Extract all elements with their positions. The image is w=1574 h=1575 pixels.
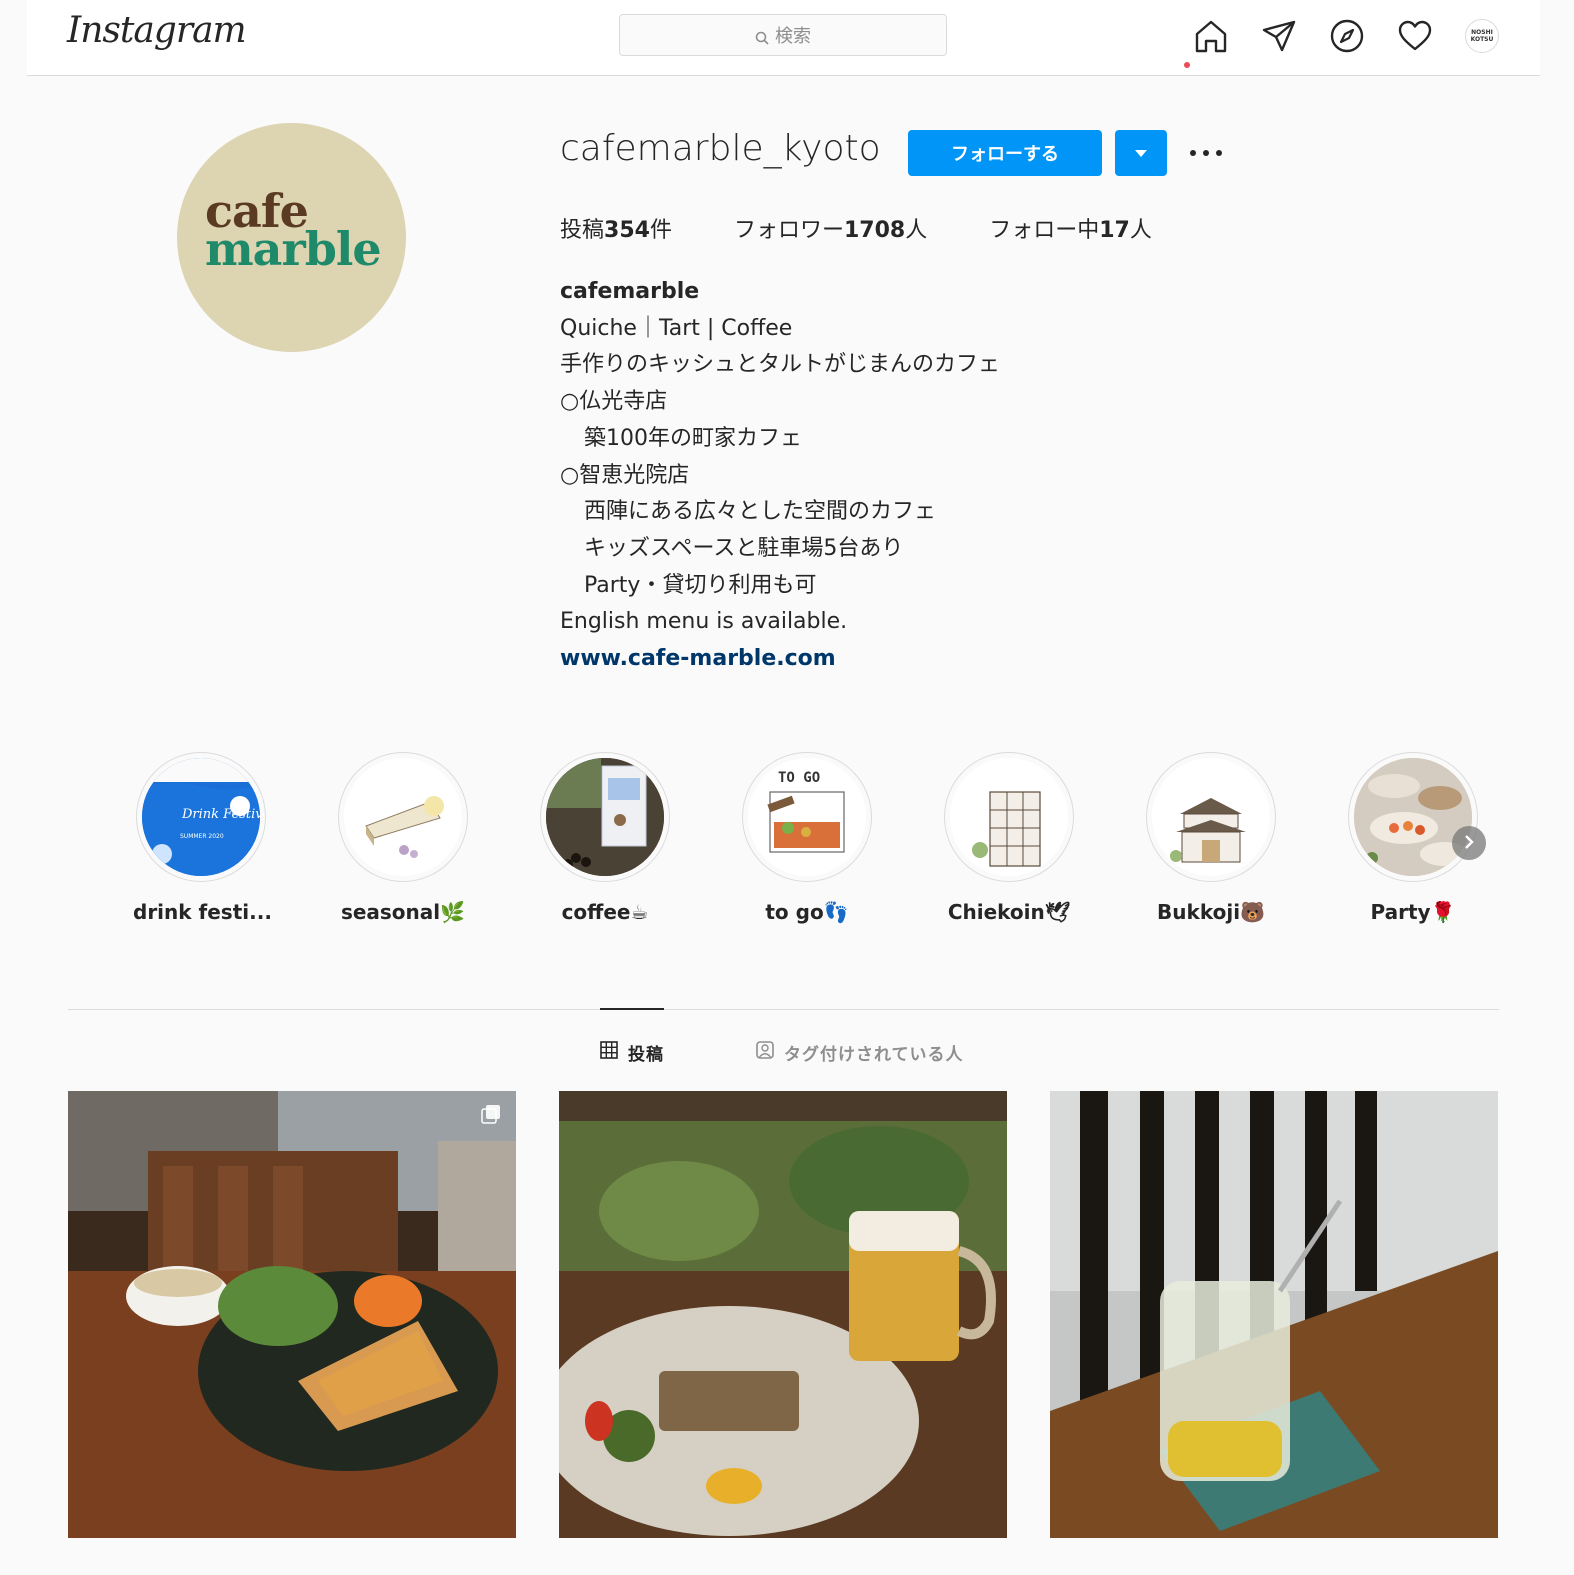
chevron-right-icon: [1463, 834, 1475, 853]
multi-image-icon: [480, 1103, 502, 1125]
more-options-icon[interactable]: [1186, 140, 1226, 166]
tab-posts[interactable]: 投稿: [600, 1040, 664, 1065]
activity-heart-icon[interactable]: [1397, 18, 1433, 54]
posts-count: 投稿354件: [560, 218, 672, 243]
highlight-label: Bukkoji🐻: [1157, 900, 1265, 924]
post-image-quiche: [68, 1091, 516, 1538]
highlight-label: Chiekoin🕊: [947, 900, 1071, 924]
followers-count[interactable]: フォロワー1708人: [734, 212, 927, 244]
highlight-cover: TO GO: [742, 752, 872, 882]
bio-line: Quiche｜Tart | Coffee: [560, 315, 793, 341]
highlight-art-sub: SUMMER 2020: [180, 833, 224, 840]
highlight-label: to go👣: [765, 900, 849, 924]
highlight-art-title: Drink Festival: [181, 807, 260, 822]
highlight-art-title: TO GO: [778, 770, 820, 786]
highlight-cover: [1146, 752, 1276, 882]
profile-avatar-nav[interactable]: NOSHI KOTSU: [1465, 19, 1499, 53]
tabs-divider: [68, 1009, 1499, 1010]
top-navigation: Instagram 検索 NOSHI KOTSU: [27, 0, 1540, 76]
following-count[interactable]: フォロー中17人: [989, 212, 1152, 244]
profile-avatar[interactable]: cafe marble: [177, 123, 406, 352]
bio-line: 築100年の町家カフェ: [584, 425, 802, 451]
highlight-cover: [540, 752, 670, 882]
active-tab-indicator: [600, 1008, 664, 1010]
home-icon[interactable]: [1193, 18, 1229, 54]
profile-stats: 投稿354件 フォロワー1708人 フォロー中17人: [560, 212, 1214, 244]
highlight-cover: [944, 752, 1074, 882]
avatar-logo-word-marble: marble: [205, 222, 382, 276]
bio-name: cafemarble: [560, 279, 700, 304]
tab-tagged-label: タグ付けされている人: [784, 1045, 964, 1065]
profile-username: cafemarble_kyoto: [560, 128, 881, 169]
highlight-label: drink festi...: [133, 900, 272, 924]
post-image-beer-terrine: [559, 1091, 1007, 1538]
explore-compass-icon[interactable]: [1329, 18, 1365, 54]
highlight-cover: Drink Festival SUMMER 2020: [136, 752, 266, 882]
story-highlight[interactable]: Drink Festival SUMMER 2020 drink festi..…: [133, 752, 272, 924]
story-highlight[interactable]: Chiekoin🕊: [941, 752, 1077, 924]
bio-line: ○仏光寺店: [560, 389, 668, 415]
search-placeholder: 検索: [775, 26, 811, 47]
bio-line: キッズスペースと駐車場5台あり: [584, 535, 904, 561]
instagram-logo[interactable]: Instagram: [67, 10, 247, 51]
notification-dot: [1184, 62, 1190, 68]
follow-button[interactable]: フォローする: [908, 130, 1102, 176]
caret-down-icon: [1134, 144, 1148, 163]
highlight-cover: [338, 752, 468, 882]
story-highlight[interactable]: coffee☕: [537, 752, 673, 924]
post-thumbnail[interactable]: [559, 1091, 1007, 1538]
highlight-label: Party🌹: [1370, 900, 1456, 924]
bio-line: 西陣にある広々とした空間のカフェ: [584, 499, 937, 525]
grid-icon: [600, 1041, 618, 1064]
bio-line: English menu is available.: [560, 609, 848, 635]
bio-line: Party・貸切り利用も可: [584, 572, 817, 598]
highlight-cover: [1348, 752, 1478, 882]
profile-bio: cafemarble Quiche｜Tart | Coffee 手作りのキッシュ…: [560, 274, 1000, 678]
tab-posts-label: 投稿: [628, 1045, 664, 1065]
story-highlight[interactable]: TO GO to go👣: [739, 752, 875, 924]
search-icon: [755, 29, 769, 45]
post-image-iced-drink: [1050, 1091, 1498, 1538]
search-input[interactable]: 検索: [619, 14, 947, 56]
direct-message-icon[interactable]: [1261, 18, 1297, 54]
highlight-label: coffee☕: [561, 900, 649, 924]
bio-line: ○智恵光院店: [560, 462, 690, 488]
post-thumbnail[interactable]: [68, 1091, 516, 1538]
highlight-label: seasonal🌿: [340, 900, 466, 924]
tab-tagged[interactable]: タグ付けされている人: [756, 1040, 964, 1065]
nav-icons: NOSHI KOTSU: [1193, 16, 1499, 56]
highlights-next-button[interactable]: [1452, 826, 1486, 860]
tagged-person-icon: [756, 1041, 774, 1064]
story-highlight[interactable]: Bukkoji🐻: [1143, 752, 1279, 924]
post-thumbnail[interactable]: [1050, 1091, 1498, 1538]
story-highlight[interactable]: seasonal🌿: [335, 752, 471, 924]
bio-line: 手作りのキッシュとタルトがじまんのカフェ: [560, 352, 1001, 378]
bio-website-link[interactable]: www.cafe-marble.com: [560, 641, 1000, 678]
suggestions-dropdown-button[interactable]: [1115, 130, 1167, 176]
